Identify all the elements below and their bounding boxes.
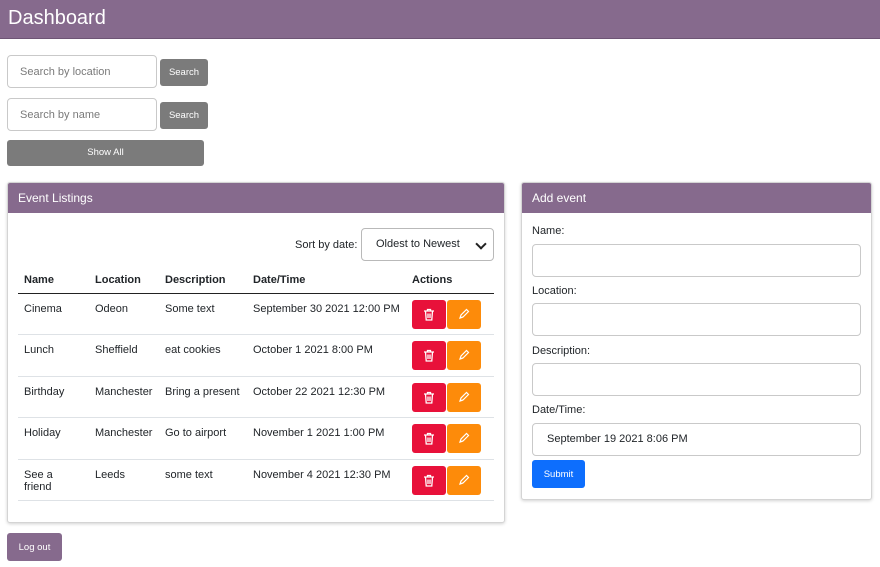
cell-actions xyxy=(406,417,494,460)
edit-button[interactable] xyxy=(447,424,481,453)
delete-button[interactable] xyxy=(412,465,446,495)
cell-description: Bring a present xyxy=(159,376,247,418)
cell-location: Odeon xyxy=(89,293,159,335)
add-event-card: Add event Name: Location: Description: D… xyxy=(521,182,872,500)
delete-button[interactable] xyxy=(412,382,446,412)
edit-button[interactable] xyxy=(447,465,481,495)
cell-location: Sheffield xyxy=(89,334,159,377)
cell-name: Cinema xyxy=(18,293,89,335)
sort-select-value: Oldest to Newest xyxy=(376,238,460,250)
cell-actions xyxy=(406,459,494,501)
cell-location: Leeds xyxy=(89,459,159,501)
cell-actions xyxy=(406,376,494,418)
location-label: Location: xyxy=(532,285,577,297)
table-row: Cinema Odeon Some text September 30 2021 12… xyxy=(18,293,494,335)
chevron-down-icon xyxy=(475,238,487,250)
column-header-actions: Actions xyxy=(406,268,494,294)
column-header-name: Name xyxy=(18,268,89,294)
top-bar: Dashboard xyxy=(0,0,880,39)
cell-datetime: November 1 2021 1:00 PM xyxy=(247,417,406,460)
delete-button[interactable] xyxy=(412,424,446,453)
logout-button[interactable]: Log out xyxy=(7,533,62,561)
sort-label: Sort by date: xyxy=(295,239,358,251)
page-title: Dashboard xyxy=(8,7,106,29)
cell-datetime: October 22 2021 12:30 PM xyxy=(247,376,406,418)
cell-actions xyxy=(406,334,494,377)
submit-button[interactable]: Submit xyxy=(532,460,585,488)
cell-description: eat cookies xyxy=(159,334,247,377)
delete-button[interactable] xyxy=(412,341,446,370)
table-row: See a friend Leeds some text November 4 202… xyxy=(18,459,494,501)
description-label: Description: xyxy=(532,345,591,357)
edit-button[interactable] xyxy=(447,382,481,412)
show-all-button[interactable]: Show All xyxy=(7,140,204,166)
cell-location: Manchester xyxy=(89,417,159,460)
search-location-button[interactable]: Search xyxy=(160,59,208,86)
cell-actions xyxy=(406,293,494,335)
column-header-location: Location xyxy=(89,268,159,294)
cell-name: Birthday xyxy=(18,376,89,418)
edit-button[interactable] xyxy=(447,299,481,329)
name-label: Name: xyxy=(532,225,565,237)
table-row: Lunch Sheffield eat cookies October 1 2021 … xyxy=(18,334,494,377)
cell-description: Go to airport xyxy=(159,417,247,460)
search-name-input[interactable] xyxy=(7,98,157,131)
event-listings-card: Event Listings Sort by date: Oldest to N… xyxy=(7,182,505,523)
event-listings-title: Event Listings xyxy=(8,183,504,213)
name-field[interactable] xyxy=(532,244,861,277)
table-row: Birthday Manchester Bring a present October… xyxy=(18,376,494,418)
datetime-field[interactable]: September 19 2021 8:06 PM xyxy=(532,423,861,456)
cell-name: Holiday xyxy=(18,417,89,460)
description-field[interactable] xyxy=(532,363,861,396)
sort-select[interactable]: Oldest to Newest xyxy=(361,228,494,261)
cell-datetime: October 1 2021 8:00 PM xyxy=(247,334,406,377)
edit-button[interactable] xyxy=(447,341,481,370)
cell-name: See a friend xyxy=(18,459,89,501)
cell-name: Lunch xyxy=(18,334,89,377)
datetime-label: Date/Time: xyxy=(532,404,586,416)
search-name-button[interactable]: Search xyxy=(160,102,208,129)
search-location-input[interactable] xyxy=(7,55,157,88)
table-row: Holiday Manchester Go to airport November 1… xyxy=(18,417,494,460)
cell-description: Some text xyxy=(159,293,247,335)
table-header-row: Name Location Description Date/Time Acti… xyxy=(18,268,494,294)
column-header-datetime: Date/Time xyxy=(247,268,406,294)
cell-description: some text xyxy=(159,459,247,501)
cell-datetime: November 4 2021 12:30 PM xyxy=(247,459,406,501)
delete-button[interactable] xyxy=(412,299,446,329)
cell-datetime: September 30 2021 12:00 PM xyxy=(247,293,406,335)
location-field[interactable] xyxy=(532,303,861,336)
column-header-description: Description xyxy=(159,268,247,294)
cell-location: Manchester xyxy=(89,376,159,418)
add-event-title: Add event xyxy=(522,183,871,213)
events-table: Name Location Description Date/Time Acti… xyxy=(18,268,494,501)
